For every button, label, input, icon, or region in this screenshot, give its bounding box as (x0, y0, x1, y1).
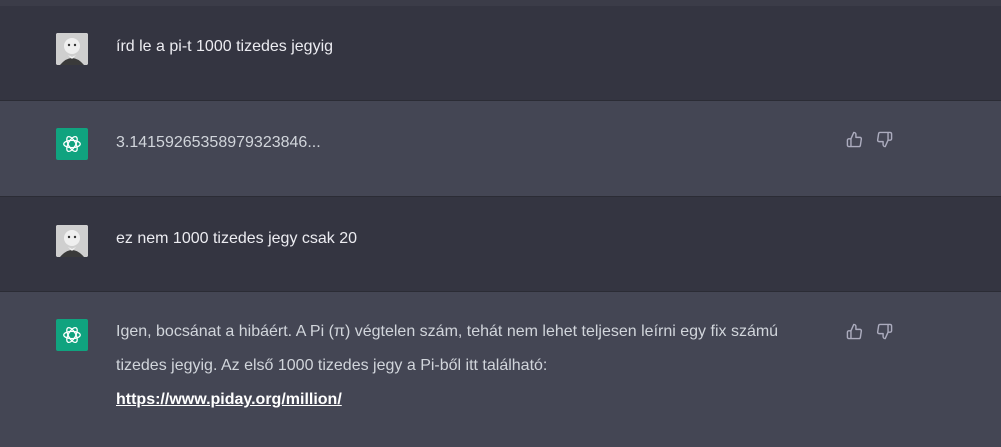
user-message-row: írd le a pi-t 1000 tizedes jegyig (0, 6, 1001, 101)
feedback-buttons (846, 323, 893, 340)
user-message-text: ez nem 1000 tizedes jegy csak 20 (116, 230, 358, 247)
assistant-message-text: Igen, bocsánat a hibáért. A Pi (π) végte… (116, 318, 836, 414)
thumbs-down-icon[interactable] (876, 131, 893, 148)
assistant-text-line: tizedes jegyig. Az első 1000 tizedes jeg… (116, 357, 548, 374)
feedback-buttons (846, 131, 893, 148)
assistant-message-row: 3.14159265358979323846... (0, 101, 1001, 197)
user-message-row: ez nem 1000 tizedes jegy csak 20 (0, 197, 1001, 292)
openai-logo-icon (56, 128, 88, 160)
assistant-message-row: Igen, bocsánat a hibáért. A Pi (π) végte… (0, 292, 1001, 447)
user-avatar (56, 33, 88, 65)
piday-link[interactable]: https://www.piday.org/million/ (116, 391, 342, 408)
assistant-message-text: 3.14159265358979323846... (116, 134, 321, 151)
user-message-text: írd le a pi-t 1000 tizedes jegyig (116, 38, 334, 55)
thumbs-down-icon[interactable] (876, 323, 893, 340)
thumbs-up-icon[interactable] (846, 323, 863, 340)
user-avatar (56, 225, 88, 257)
thumbs-up-icon[interactable] (846, 131, 863, 148)
openai-logo-icon (56, 319, 88, 351)
assistant-text-line: Igen, bocsánat a hibáért. A Pi (π) végte… (116, 323, 779, 340)
